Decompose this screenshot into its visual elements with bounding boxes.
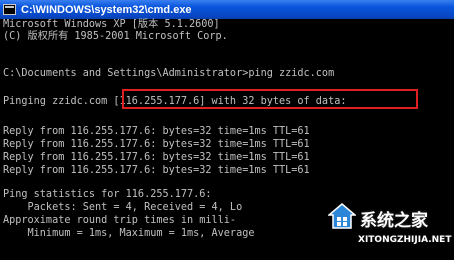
- house-logo-icon: [328, 203, 356, 229]
- stats-packets-line: Packets: Sent = 4, Received = 4, Lo: [3, 202, 243, 213]
- reply-line: Reply from 116.255.177.6: bytes=32 time=…: [3, 126, 310, 137]
- cmd-icon: [3, 4, 16, 15]
- command-line: C:\Documents and Settings\Administrator>…: [3, 68, 335, 79]
- reply-line: Reply from 116.255.177.6: bytes=32 time=…: [3, 139, 310, 150]
- rtt-header-line: Approximate round trip times in milli-: [3, 215, 237, 226]
- watermark: 系统之家 XITONGZHIJIA.NET: [310, 200, 454, 260]
- highlight-box: [122, 89, 418, 109]
- window-title: C:\WINDOWS\system32\cmd.exe: [21, 3, 192, 16]
- reply-line: Reply from 116.255.177.6: bytes=32 time=…: [3, 152, 310, 163]
- watermark-brand: 系统之家: [360, 211, 428, 231]
- console-line: (C) 版权所有 1985-2001 Microsoft Corp.: [3, 31, 228, 42]
- title-bar[interactable]: C:\WINDOWS\system32\cmd.exe: [0, 0, 454, 19]
- watermark-url: XITONGZHIJIA.NET: [358, 235, 452, 245]
- console-line: Microsoft Windows XP [版本 5.1.2600]: [3, 19, 220, 30]
- cmd-window: C:\WINDOWS\system32\cmd.exe Microsoft Wi…: [0, 0, 454, 260]
- stats-header-line: Ping statistics for 116.255.177.6:: [3, 189, 212, 200]
- reply-line: Reply from 116.255.177.6: bytes=32 time=…: [3, 165, 310, 176]
- rtt-values-line: Minimum = 1ms, Maximum = 1ms, Average: [3, 228, 255, 239]
